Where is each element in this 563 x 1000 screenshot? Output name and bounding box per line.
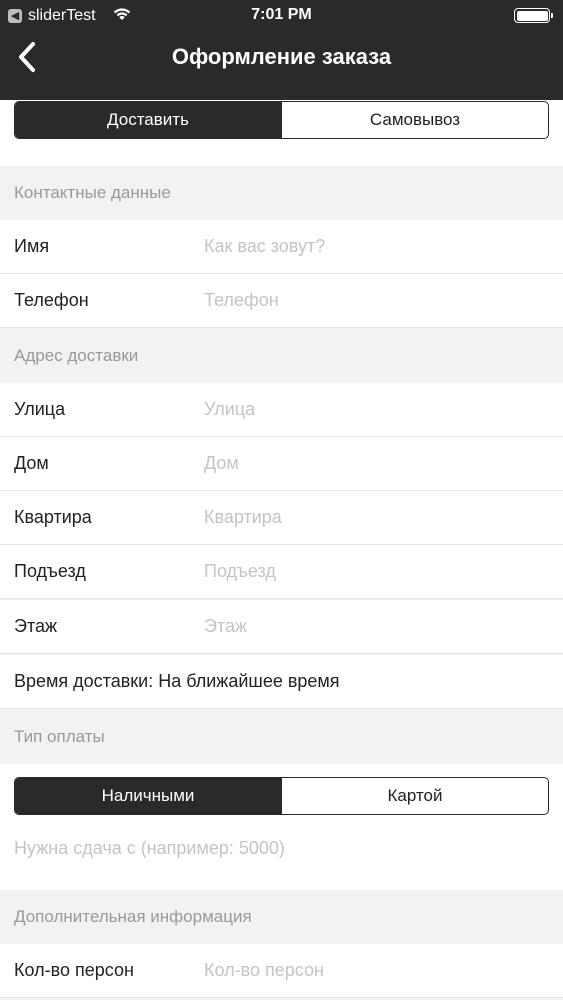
delivery-time-text: Время доставки: На ближайшее время (14, 671, 340, 691)
row-persons: Кол-во персон (0, 944, 563, 998)
house-input[interactable] (204, 453, 544, 474)
battery-icon (514, 8, 553, 23)
row-house: Дом (0, 437, 563, 491)
name-input[interactable] (204, 236, 544, 257)
apartment-input[interactable] (204, 507, 544, 528)
status-bar: ◀ sliderTest 7:01 PM (0, 0, 563, 30)
section-payment: Тип оплаты (0, 710, 563, 764)
status-time: 7:01 PM (251, 6, 312, 23)
persons-label: Кол-во персон (14, 960, 134, 980)
segment-card[interactable]: Картой (281, 778, 548, 814)
segment-deliver[interactable]: Доставить (15, 102, 281, 138)
apartment-label: Квартира (14, 507, 92, 527)
payment-segment: Наличными Картой (14, 777, 549, 815)
section-address: Адрес доставки (0, 329, 563, 383)
segment-pickup[interactable]: Самовывоз (281, 102, 548, 138)
page-title: Оформление заказа (171, 44, 392, 69)
entrance-input[interactable] (204, 561, 544, 582)
entrance-label: Подъезд (14, 561, 86, 581)
row-street: Улица (0, 383, 563, 437)
phone-input[interactable] (204, 290, 544, 311)
change-amount-input[interactable] (14, 838, 544, 859)
row-name: Имя (0, 220, 563, 274)
section-extra: Дополнительная информация (0, 890, 563, 944)
street-label: Улица (14, 399, 66, 419)
row-phone: Телефон (0, 274, 563, 328)
street-input[interactable] (204, 399, 544, 420)
row-floor: Этаж (0, 600, 563, 654)
floor-input[interactable] (204, 616, 544, 637)
row-entrance: Подъезд (0, 545, 563, 599)
section-contact: Контактные данные (0, 166, 563, 220)
row-delivery-time[interactable]: Время доставки: На ближайшее время (0, 655, 563, 709)
segment-cash[interactable]: Наличными (15, 778, 281, 814)
floor-label: Этаж (14, 616, 58, 636)
row-apartment: Квартира (0, 491, 563, 545)
name-label: Имя (14, 236, 50, 256)
top-bar: ◀ sliderTest 7:01 PM Оформление заказа (0, 0, 563, 100)
delivery-mode-segment: Доставить Самовывоз (14, 101, 549, 139)
persons-input[interactable] (204, 960, 544, 981)
house-label: Дом (14, 453, 49, 473)
phone-label: Телефон (14, 290, 89, 310)
